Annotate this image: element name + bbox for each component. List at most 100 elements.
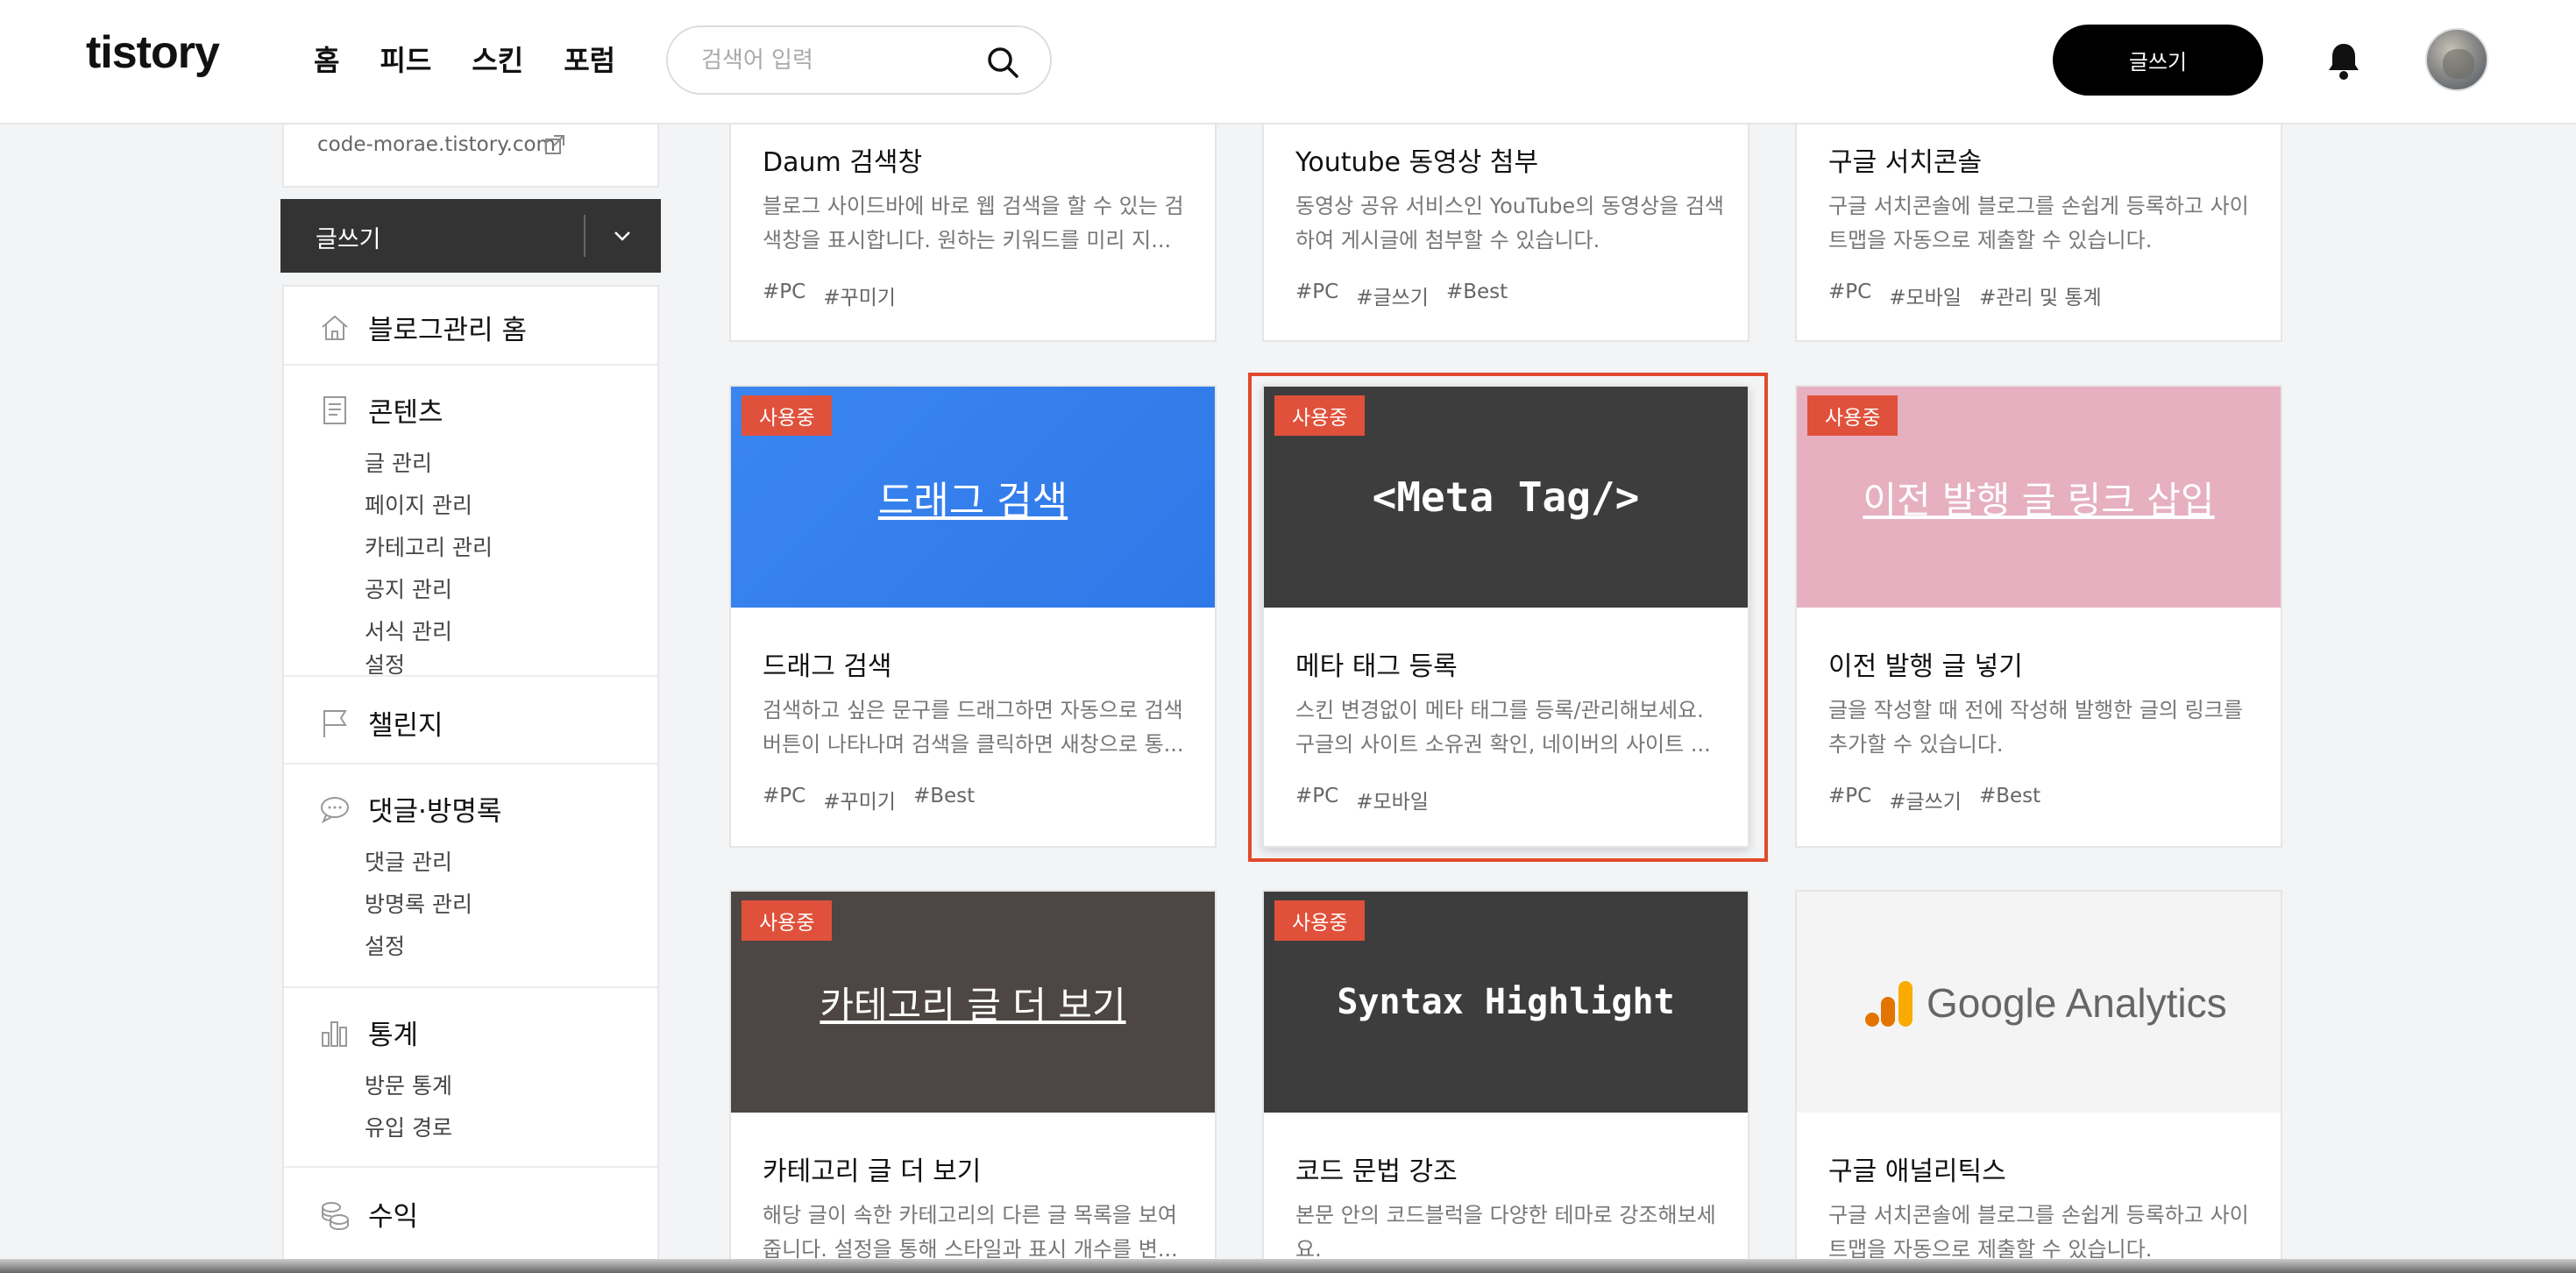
- google-analytics-logo-icon: [1865, 981, 1912, 1027]
- nav-forum[interactable]: 포럼: [564, 39, 615, 79]
- flag-icon: [323, 709, 347, 737]
- in-use-badge: 사용중: [742, 900, 833, 941]
- window-bottom-edge: [0, 1259, 2576, 1273]
- plugin-title: 드래그 검색: [763, 651, 892, 682]
- plugin-desc: 해당 글이 속한 카테고리의 다른 글 목록을 보여줍니다. 설정을 통해 스타…: [763, 1203, 1178, 1262]
- plugin-tags: #PC #모바일 #관리 및 통계: [1828, 281, 2102, 310]
- plugin-thumbnail: 드래그 검색 사용중: [731, 387, 1215, 608]
- plugin-card-google-analytics[interactable]: Google Analytics 구글 애널리틱스 구글 서치콘솔에 블로그를 …: [1795, 890, 2282, 1273]
- tag: #Best: [1978, 785, 2041, 807]
- plugin-title: 구글 서치콘솔: [1828, 147, 1983, 178]
- sidebar-item-label: 블로그관리 홈: [368, 315, 527, 346]
- tag: #글쓰기: [1356, 287, 1429, 309]
- blog-url-box: code-morae.tistory.com: [282, 124, 659, 188]
- menu-section-home: 블로그관리 홈: [284, 287, 657, 366]
- sidebar-item-label: 댓글·방명록: [368, 796, 502, 828]
- plugin-desc: 구글 서치콘솔에 블로그를 손쉽게 등록하고 사이트맵을 자동으로 제출할 수 …: [1828, 194, 2249, 252]
- plugin-desc: 동영상 공유 서비스인 YouTube의 동영상을 검색하여 게시글에 첨부할 …: [1295, 194, 1725, 252]
- sidebar-subitem-referrers[interactable]: 유입 경로: [365, 1111, 452, 1142]
- tag: #PC: [1295, 281, 1339, 303]
- sidebar-subitem-comments[interactable]: 댓글 관리: [365, 845, 452, 877]
- tag: #글쓰기: [1889, 791, 1962, 814]
- sidebar-item-contents[interactable]: 콘텐츠: [317, 390, 444, 430]
- plugin-thumbnail: Google Analytics: [1797, 892, 2281, 1113]
- plugin-card-category-more[interactable]: 카테고리 글 더 보기 사용중 카테고리 글 더 보기 해당 글이 속한 카테고…: [729, 890, 1217, 1273]
- chevron-down-icon[interactable]: [608, 222, 636, 250]
- bar-chart-icon: [322, 1021, 347, 1047]
- nav-skin[interactable]: 스킨: [472, 39, 523, 79]
- plugin-desc: 블로그 사이드바에 바로 웹 검색을 할 수 있는 검색창을 표시합니다. 원하…: [763, 194, 1184, 252]
- tag: #Best: [1445, 281, 1508, 303]
- home-icon: [322, 315, 348, 340]
- sidebar-item-comments[interactable]: 댓글·방명록: [317, 789, 501, 829]
- avatar[interactable]: [2425, 28, 2488, 91]
- top-navigation-bar: tistory 홈 피드 스킨 포럼 글쓰기: [0, 0, 2576, 124]
- tag: #PC: [1828, 785, 1872, 807]
- external-link-icon[interactable]: [543, 133, 566, 156]
- plugin-desc: 검색하고 싶은 문구를 드래그하면 자동으로 검색 버튼이 나타나며 검색을 클…: [763, 698, 1184, 757]
- plugin-thumbnail: 이전 발행 글 링크 삽입 사용중: [1797, 387, 2281, 608]
- plugin-card-youtube[interactable]: Youtube 동영상 첨부 동영상 공유 서비스인 YouTube의 동영상을…: [1262, 88, 1749, 342]
- plugin-card-syntax-highlight[interactable]: Syntax Highlight 사용중 코드 문법 강조 본문 안의 코드블럭…: [1262, 890, 1749, 1273]
- menu-section-comments: 댓글·방명록 댓글 관리 방명록 관리 설정: [284, 765, 657, 988]
- menu-section-challenge: 챌린지: [284, 677, 657, 765]
- search-icon[interactable]: [985, 45, 1020, 80]
- tag: #Best: [912, 785, 976, 807]
- sidebar-subitem-categories[interactable]: 카테고리 관리: [365, 530, 493, 562]
- coins-icon: [322, 1201, 349, 1230]
- sidebar-item-label: 통계: [368, 1020, 419, 1051]
- sidebar-write-button[interactable]: 글쓰기: [280, 199, 661, 273]
- sidebar-item-revenue[interactable]: 수익: [317, 1194, 418, 1234]
- in-use-badge: 사용중: [1807, 395, 1898, 436]
- menu-section-contents: 콘텐츠 글 관리 페이지 관리 카테고리 관리 공지 관리 서식 관리 설정: [284, 366, 657, 679]
- divider: [584, 215, 585, 257]
- sidebar-subitem-templates[interactable]: 서식 관리: [365, 615, 452, 646]
- sidebar-item-label: 수익: [368, 1201, 419, 1233]
- plugin-desc: 글을 작성할 때 전에 작성해 발행한 글의 링크를 추가할 수 있습니다.: [1828, 698, 2243, 757]
- tistory-logo[interactable]: tistory: [86, 26, 220, 79]
- sidebar-item-label: 콘텐츠: [368, 397, 444, 429]
- sidebar-subitem-posts[interactable]: 글 관리: [365, 446, 432, 478]
- plugin-card-previous-post[interactable]: 이전 발행 글 링크 삽입 사용중 이전 발행 글 넣기 글을 작성할 때 전에…: [1795, 385, 2282, 848]
- tag: #꾸미기: [823, 287, 896, 309]
- nav-home[interactable]: 홈: [314, 39, 339, 79]
- sidebar-item-label: 챌린지: [368, 710, 444, 742]
- sidebar-item-challenge[interactable]: 챌린지: [317, 703, 444, 743]
- sidebar-subitem-content-settings[interactable]: 설정: [365, 648, 405, 679]
- plugin-card-daum-search[interactable]: Daum 검색창 블로그 사이드바에 바로 웹 검색을 할 수 있는 검색창을 …: [729, 88, 1217, 342]
- plugin-tags: #PC #꾸미기 #Best: [763, 785, 975, 814]
- main-nav: 홈 피드 스킨 포럼: [314, 39, 615, 79]
- search-box: [666, 25, 1052, 95]
- thumbnail-text: Google Analytics: [1927, 980, 2227, 1026]
- plugin-thumbnail: Syntax Highlight 사용중: [1264, 892, 1748, 1113]
- menu-section-revenue: 수익: [284, 1168, 657, 1273]
- plugin-desc: 본문 안의 코드블럭을 다양한 테마로 강조해보세요.: [1295, 1203, 1716, 1262]
- search-input[interactable]: [701, 43, 964, 78]
- tag: #PC: [1828, 281, 1872, 303]
- sidebar-subitem-notices[interactable]: 공지 관리: [365, 572, 452, 604]
- selection-highlight: [1248, 373, 1768, 862]
- sidebar-item-stats[interactable]: 통계: [317, 1013, 418, 1052]
- tag: #모바일: [1889, 287, 1962, 309]
- sidebar-subitem-pages[interactable]: 페이지 관리: [365, 488, 472, 520]
- write-post-button[interactable]: 글쓰기: [2053, 25, 2263, 96]
- plugin-title: 코드 문법 강조: [1295, 1156, 1458, 1187]
- plugin-tags: #PC #꾸미기: [763, 281, 896, 310]
- plugin-card-search-console[interactable]: 구글 서치콘솔 구글 서치콘솔에 블로그를 손쉽게 등록하고 사이트맵을 자동으…: [1795, 88, 2282, 342]
- plugin-title: 카테고리 글 더 보기: [763, 1156, 982, 1187]
- sidebar-subitem-visit-stats[interactable]: 방문 통계: [365, 1069, 452, 1100]
- blog-url-link[interactable]: code-morae.tistory.com: [317, 133, 556, 156]
- sidebar-menu: 블로그관리 홈 콘텐츠 글 관리 페이지 관리 카테고리 관리 공지 관리 서식…: [282, 285, 659, 1273]
- plugin-tags: #PC #글쓰기 #Best: [1828, 785, 2040, 814]
- bell-icon[interactable]: [2325, 40, 2362, 81]
- nav-feed[interactable]: 피드: [380, 39, 431, 79]
- sidebar-item-home[interactable]: 블로그관리 홈: [317, 308, 527, 347]
- plugin-title: 이전 발행 글 넣기: [1828, 651, 2023, 682]
- sidebar-subitem-guestbook[interactable]: 방명록 관리: [365, 887, 472, 919]
- tag: #PC: [763, 785, 806, 807]
- plugin-card-drag-search[interactable]: 드래그 검색 사용중 드래그 검색 검색하고 싶은 문구를 드래그하면 자동으로…: [729, 385, 1217, 848]
- in-use-badge: 사용중: [1274, 900, 1366, 941]
- plugin-title: Youtube 동영상 첨부: [1295, 147, 1539, 178]
- sidebar-subitem-comment-settings[interactable]: 설정: [365, 929, 405, 961]
- tag: #관리 및 통계: [1978, 287, 2102, 309]
